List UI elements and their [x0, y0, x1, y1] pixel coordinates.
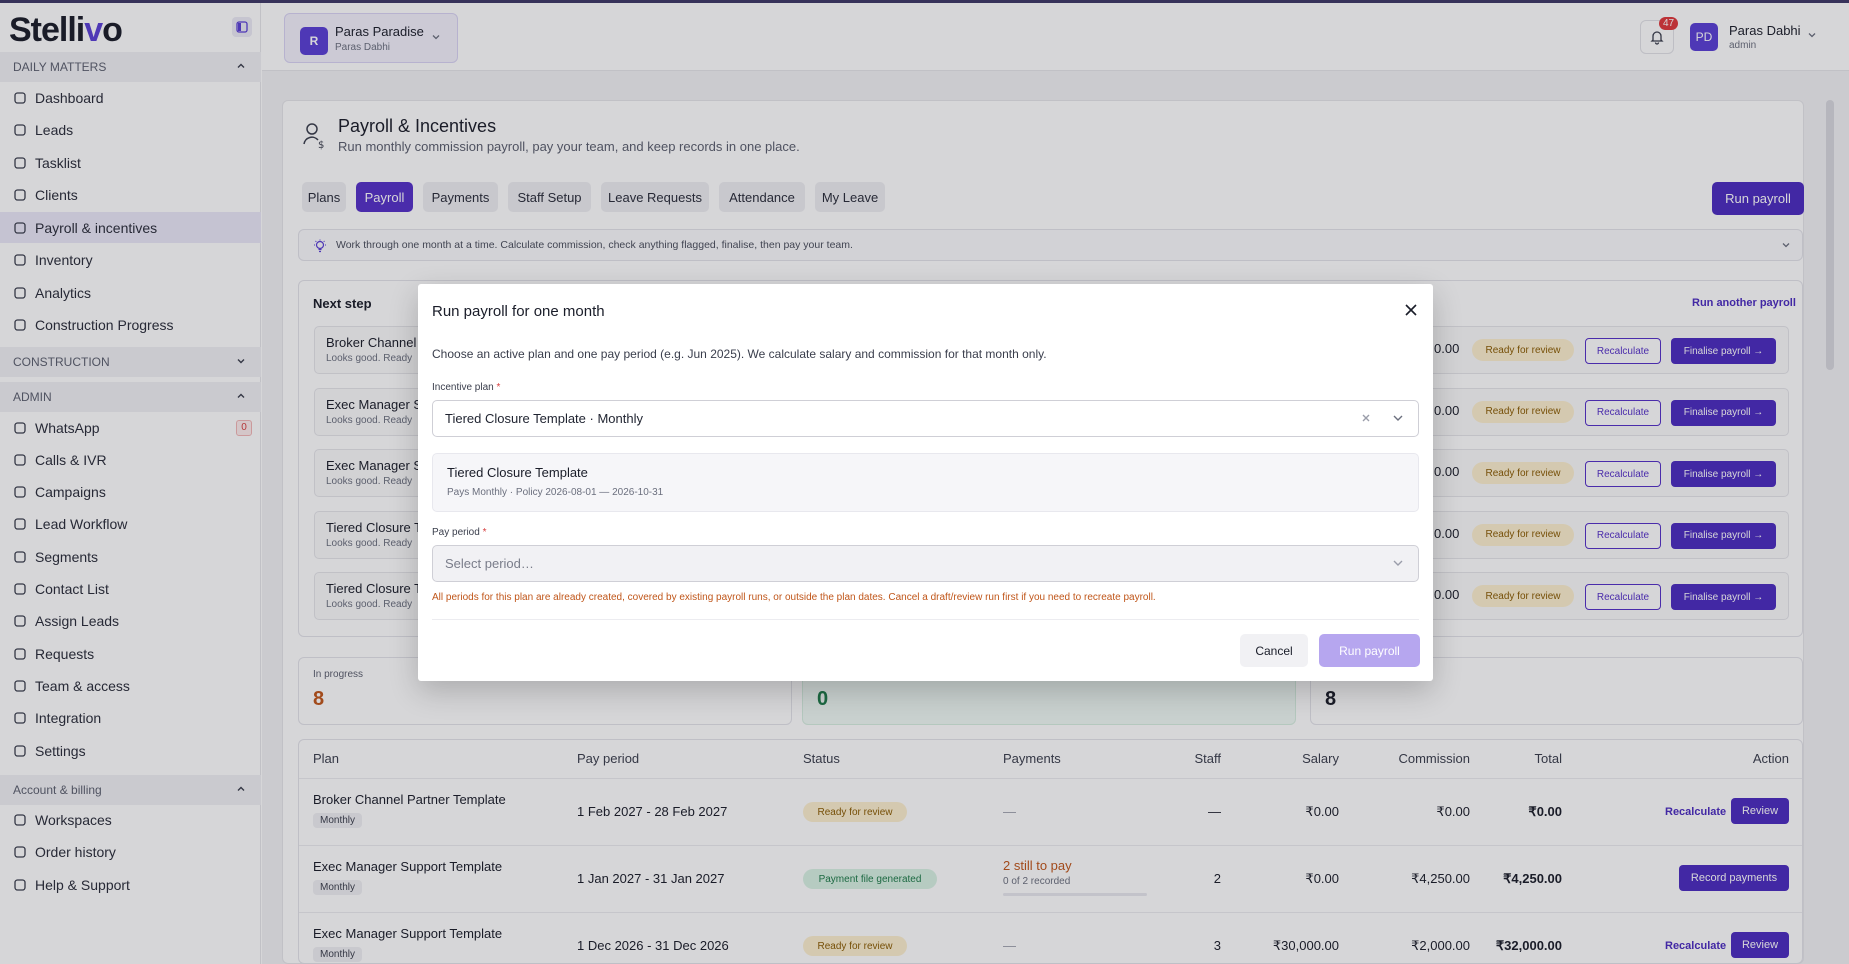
dialog-run-payroll-button[interactable]: Run payroll: [1319, 634, 1420, 667]
plan-select-value: Tiered Closure Template · Monthly: [445, 411, 643, 426]
plan-info-title: Tiered Closure Template: [447, 465, 588, 480]
chevron-down-icon: [1393, 415, 1403, 421]
cancel-button[interactable]: Cancel: [1240, 634, 1308, 667]
plan-label: Incentive plan *: [432, 382, 501, 393]
period-label: Pay period *: [432, 527, 487, 538]
chevron-down-icon: [1393, 560, 1403, 566]
dialog-title: Run payroll for one month: [432, 303, 605, 320]
close-icon[interactable]: [1402, 301, 1420, 319]
period-warning: All periods for this plan are already cr…: [432, 592, 1156, 603]
plan-info-subtitle: Pays Monthly · Policy 2026-08-01 — 2026-…: [447, 487, 664, 498]
dialog-description: Choose an active plan and one pay period…: [432, 347, 1047, 361]
divider: [432, 619, 1419, 620]
plan-info-box: Tiered Closure Template Pays Monthly · P…: [432, 453, 1419, 512]
period-placeholder: Select period…: [445, 556, 534, 571]
run-payroll-dialog: Run payroll for one month Choose an acti…: [418, 284, 1433, 681]
period-select[interactable]: Select period…: [432, 545, 1419, 582]
plan-select[interactable]: Tiered Closure Template · Monthly: [432, 400, 1419, 437]
clear-icon[interactable]: [1359, 411, 1373, 425]
